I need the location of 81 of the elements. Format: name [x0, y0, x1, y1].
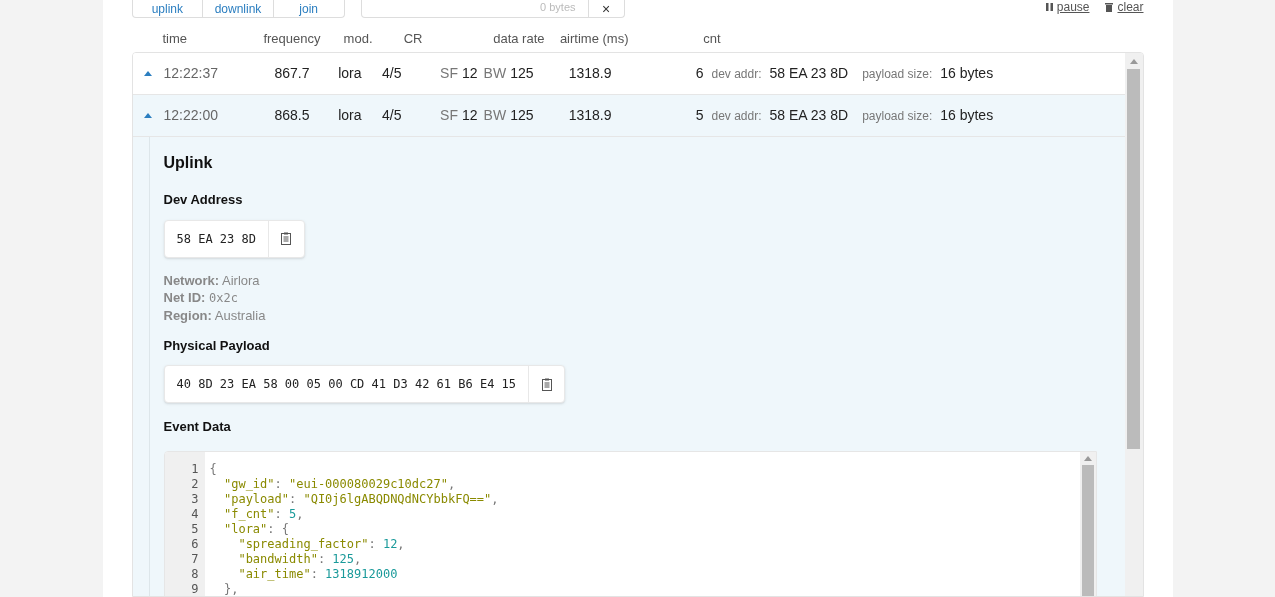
message-row[interactable]: 12:22:37 867.7 lora 4/5 SF 12 BW 125 1318.9 6 dev addr: 58 EA 23 8D payload size: 16 bytes: [132, 53, 1125, 95]
data-rate-label: SF: [440, 106, 458, 125]
section-heading: Event Data: [163, 418, 232, 436]
cr-cell-text: 4/5: [381, 106, 402, 125]
data-rate-value: 125: [510, 64, 534, 83]
data-rate-value: 12: [462, 106, 478, 125]
clear-link[interactable]: clear: [1105, 0, 1144, 14]
byte-counter: 0 bytes: [539, 0, 577, 15]
clipboard-icon: [541, 377, 552, 391]
code-line: },: [222, 581, 239, 596]
code-line: "payload": "QI0j6lgABQDNQdNCYbbkFQ==",: [222, 491, 499, 507]
airtime-cell-text: 1318.9: [567, 106, 612, 125]
line-number: 9: [191, 581, 199, 596]
detail-label: payload size:: [862, 65, 933, 83]
detail-title: Uplink: [163, 153, 214, 173]
close-button[interactable]: ×: [587, 0, 624, 17]
column-header: time: [161, 30, 189, 49]
copy-field[interactable]: 58 EA 23 8D: [163, 219, 305, 258]
line-number: 6: [191, 536, 199, 552]
cr-cell-text: 4/5: [381, 64, 402, 83]
count-cell-text: 6: [694, 64, 704, 83]
line-number: 8: [191, 566, 199, 582]
detail-label: dev addr:: [711, 107, 762, 125]
count-cell-text: 5: [694, 106, 704, 125]
network-info-line: Network: Airlora: [163, 271, 261, 289]
detail-value: 16 bytes: [940, 64, 994, 83]
column-header: cnt: [702, 30, 721, 49]
filter-tab[interactable]: downlink: [203, 0, 274, 17]
data-rate-value: 12: [462, 64, 478, 83]
modulation-cell-text: lora: [337, 64, 362, 83]
column-header: data rate: [492, 30, 545, 49]
detail-label: dev addr:: [711, 65, 762, 83]
filter-tab[interactable]: join: [273, 0, 344, 17]
field-value: 58 EA 23 8D: [175, 230, 257, 248]
code-line: "lora": {: [222, 521, 289, 537]
trash-icon: [1105, 2, 1114, 12]
code-line: {: [209, 461, 217, 477]
scroll-up-arrow-icon: [1083, 455, 1092, 461]
line-number: 1: [191, 461, 199, 477]
field-value: 40 8D 23 EA 58 00 05 00 CD 41 D3 42 61 B6 E4 15: [175, 376, 518, 393]
line-number: 3: [191, 491, 199, 507]
detail-label: payload size:: [862, 107, 933, 125]
network-info-line: Net ID: 0x2c: [163, 288, 239, 307]
network-info-line: Region: Australia: [163, 306, 267, 324]
code-line: "spreading_factor": 12,: [237, 536, 405, 552]
column-header: mod.: [342, 30, 373, 49]
modulation-cell-text: lora: [337, 106, 362, 125]
line-number: 7: [191, 551, 199, 567]
frequency-cell-text: 868.5: [273, 106, 310, 125]
section-heading: Physical Payload: [163, 336, 271, 355]
pause-link[interactable]: pause: [1045, 0, 1090, 14]
scroll-up-arrow-icon: [1129, 59, 1138, 64]
data-rate-label: BW: [483, 64, 507, 83]
code-line: "gw_id": "eui-000080029c10dc27",: [222, 476, 456, 492]
filter-tab[interactable]: uplink: [132, 0, 204, 17]
line-number: 2: [191, 476, 199, 492]
data-rate-value: 125: [510, 106, 534, 125]
pause-icon: [1045, 3, 1053, 11]
detail-value: 16 bytes: [940, 106, 994, 125]
column-header: frequency: [262, 30, 321, 49]
column-header: airtime (ms): [558, 30, 629, 49]
detail-value: 58 EA 23 8D: [769, 106, 849, 125]
up-triangle-icon: [143, 113, 152, 118]
time-cell-text: 12:22:00: [163, 106, 219, 125]
frequency-cell-text: 867.7: [273, 64, 310, 83]
section-heading: Dev Address: [163, 191, 244, 209]
data-rate-label: BW: [483, 106, 507, 125]
copy-field[interactable]: 40 8D 23 EA 58 00 05 00 CD 41 D3 42 61 B6 E4 15: [163, 365, 566, 403]
data-rate-label: SF: [440, 64, 458, 83]
detail-value: 58 EA 23 8D: [769, 64, 849, 83]
line-number: 5: [191, 521, 199, 537]
column-header: CR: [402, 30, 423, 49]
code-line: "f_cnt": 5,: [222, 506, 304, 522]
message-row[interactable]: 12:22:00 868.5 lora 4/5 SF 12 BW 125 1318.9 5 dev addr: 58 EA 23 8D payload size: 16 bytes: [132, 95, 1125, 137]
airtime-cell-text: 1318.9: [567, 64, 612, 83]
up-triangle-icon: [143, 71, 152, 76]
clipboard-icon: [281, 232, 292, 245]
code-line: "air_time": 1318912000: [237, 566, 398, 582]
time-cell-text: 12:22:37: [163, 64, 219, 83]
code-line: "bandwidth": 125,: [237, 551, 362, 567]
line-number: 4: [191, 506, 199, 522]
